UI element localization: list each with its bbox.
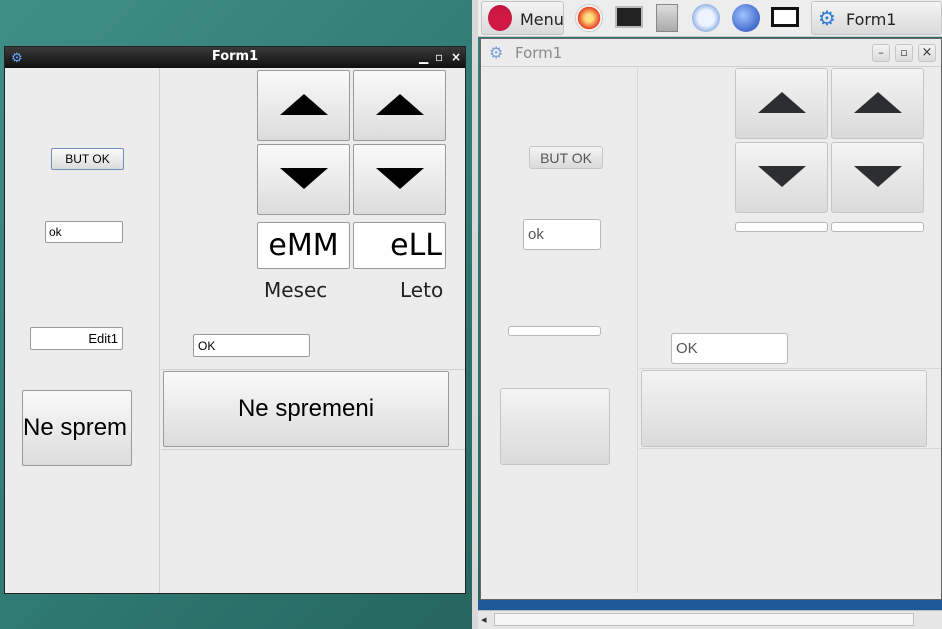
- blue-strip: [478, 600, 942, 610]
- taskbar-form1-button[interactable]: ⚙ Form1: [811, 1, 942, 35]
- menu-label: Menu: [520, 10, 564, 29]
- edit1-field[interactable]: [30, 327, 123, 350]
- ne-sprem-label: Ne sprem: [23, 414, 128, 441]
- but-ok-button[interactable]: BUT OK: [529, 146, 603, 169]
- raspberry-icon: [488, 5, 512, 31]
- ne-sprem-button[interactable]: Ne sprem: [22, 390, 132, 466]
- lazarus-icon: ⚙: [489, 43, 504, 62]
- left-window-title: Form1: [211, 49, 259, 64]
- network-icon[interactable]: [692, 4, 720, 32]
- year-down-button[interactable]: [831, 142, 924, 213]
- divider: [161, 449, 465, 450]
- divider: [639, 448, 941, 449]
- year-edit[interactable]: [831, 222, 924, 232]
- lazarus-icon: ⚙: [818, 6, 836, 30]
- divider: [639, 368, 941, 369]
- year-edit[interactable]: eLL: [353, 222, 446, 269]
- month-down-button[interactable]: [735, 142, 828, 213]
- ne-spremeni-button[interactable]: Ne spremeni: [163, 371, 449, 447]
- year-down-button[interactable]: [353, 144, 446, 215]
- arrow-up-icon: [279, 93, 328, 115]
- globe-icon[interactable]: [732, 4, 760, 32]
- month-edit[interactable]: eMM: [257, 222, 350, 269]
- taskbar-form1-label: Form1: [846, 10, 897, 29]
- month-up-button[interactable]: [735, 68, 828, 139]
- minimize-icon[interactable]: –: [872, 44, 890, 62]
- close-icon[interactable]: ×: [451, 47, 461, 67]
- arrow-up-icon: [375, 93, 424, 115]
- month-up-button[interactable]: [257, 70, 350, 141]
- arrow-down-icon: [279, 167, 328, 189]
- scrollbar-thumb[interactable]: [494, 613, 914, 626]
- year-up-button[interactable]: [353, 70, 446, 141]
- ok-upper-edit[interactable]: [671, 333, 788, 364]
- close-icon[interactable]: ×: [918, 44, 936, 62]
- but-ok-button[interactable]: BUT OK: [51, 148, 124, 170]
- arrow-down-icon: [853, 165, 902, 187]
- window-gap: [472, 0, 478, 629]
- monitor-icon[interactable]: [615, 6, 643, 28]
- arrow-up-icon: [853, 91, 902, 113]
- month-edit[interactable]: [735, 222, 828, 232]
- left-title-bar[interactable]: ⚙ Form1 ▁ ▫ ×: [5, 47, 465, 68]
- horizontal-scrollbar[interactable]: ◂: [478, 610, 942, 629]
- year-up-button[interactable]: [831, 68, 924, 139]
- menu-button[interactable]: Menu: [481, 1, 564, 35]
- burn-icon[interactable]: [575, 4, 603, 32]
- arrow-down-icon: [757, 165, 806, 187]
- ok-edit[interactable]: [45, 221, 123, 243]
- taskbar: Menu ⚙ Form1: [478, 0, 942, 37]
- lazarus-icon: ⚙: [11, 51, 23, 66]
- arrow-down-icon: [375, 167, 424, 189]
- right-title-bar[interactable]: ⚙ Form1 – ▫ ×: [481, 39, 941, 67]
- leto-label: Leto: [400, 278, 444, 302]
- keyboard-icon[interactable]: [771, 7, 799, 27]
- ok-upper-edit[interactable]: [193, 334, 310, 357]
- right-form-window: ⚙ Form1 – ▫ × BUT OK: [480, 38, 942, 600]
- ne-spremeni-button[interactable]: [641, 370, 927, 447]
- maximize-icon[interactable]: ▫: [435, 47, 443, 67]
- minimize-icon[interactable]: ▁: [419, 47, 428, 67]
- ne-sprem-button[interactable]: [500, 388, 610, 465]
- right-window-title: Form1: [515, 44, 563, 62]
- mesec-label: Mesec: [264, 278, 328, 302]
- edit1-field[interactable]: [508, 326, 601, 336]
- month-down-button[interactable]: [257, 144, 350, 215]
- ok-edit[interactable]: [523, 219, 601, 250]
- left-form-window: ⚙ Form1 ▁ ▫ × BUT OK Ne sprem eMM eLL Me…: [4, 46, 466, 594]
- scroll-left-icon[interactable]: ◂: [481, 613, 487, 626]
- file-cabinet-icon[interactable]: [656, 4, 678, 32]
- divider: [161, 369, 465, 370]
- arrow-up-icon: [757, 91, 806, 113]
- maximize-icon[interactable]: ▫: [895, 44, 913, 62]
